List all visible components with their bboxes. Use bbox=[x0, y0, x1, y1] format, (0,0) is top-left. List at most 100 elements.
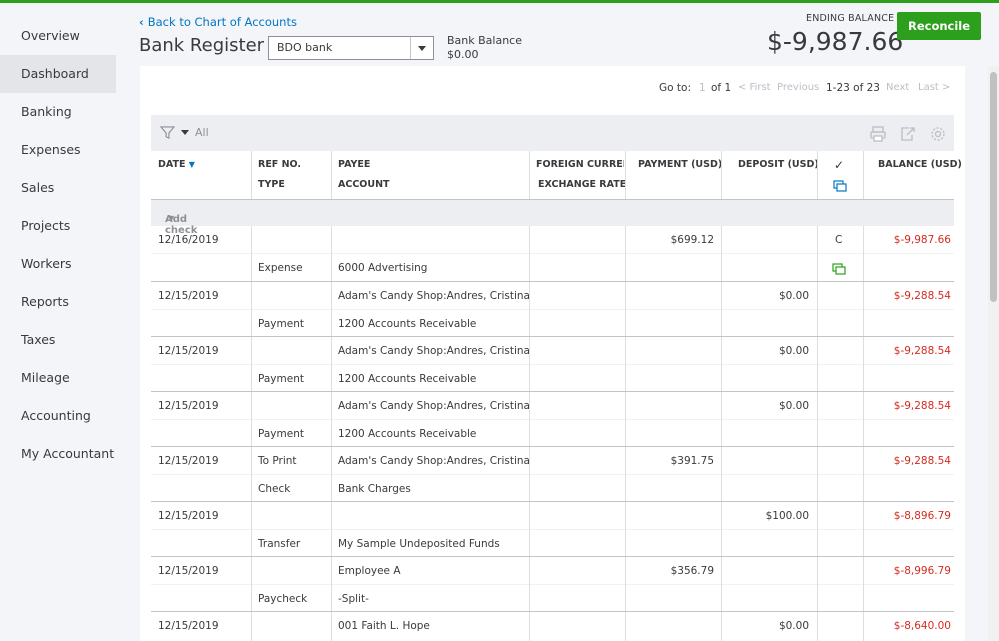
bank-balance-value: $0.00 bbox=[447, 48, 479, 61]
sidebar-item-mileage[interactable]: Mileage bbox=[0, 359, 116, 397]
row-deposit: $0.00 bbox=[778, 345, 809, 357]
row-account: My Sample Undeposited Funds bbox=[338, 538, 500, 550]
row-account: -Split- bbox=[338, 593, 369, 605]
pager-of-label: of 1 bbox=[711, 82, 732, 94]
ending-balance-label: ENDING BALANCE bbox=[806, 13, 895, 24]
attachment-copy-icon[interactable] bbox=[832, 263, 846, 275]
scrollbar-thumb[interactable] bbox=[990, 72, 997, 302]
column-date-header[interactable]: DATE ▼ bbox=[158, 159, 195, 170]
chevron-down-icon[interactable] bbox=[410, 37, 433, 59]
column-ref-header: REF NO. bbox=[258, 159, 302, 170]
table-header: DATE ▼ REF NO. TYPE PAYEE ACCOUNT FOREIG… bbox=[151, 151, 962, 200]
row-date: 12/15/2019 bbox=[158, 620, 219, 632]
sidebar-item-reports[interactable]: Reports bbox=[0, 283, 116, 321]
row-deposit: $0.00 bbox=[778, 400, 809, 412]
row-ref: To Print bbox=[258, 455, 297, 467]
pager-range: 1-23 of 23 bbox=[826, 82, 880, 94]
table-row[interactable]: 12/15/2019 001 Faith L. Hope $0.00 $-8,6… bbox=[151, 612, 954, 641]
export-icon[interactable] bbox=[899, 125, 917, 143]
row-account: 1200 Accounts Receivable bbox=[338, 373, 477, 385]
row-balance: $-9,288.54 bbox=[893, 345, 951, 357]
back-to-chart-of-accounts-link[interactable]: ‹ Back to Chart of Accounts bbox=[139, 15, 297, 29]
page-title: Bank Register bbox=[139, 35, 265, 56]
copy-icon bbox=[833, 180, 847, 192]
funnel-icon bbox=[160, 126, 175, 140]
row-date: 12/16/2019 bbox=[158, 234, 219, 246]
column-reconcile-status-header: ✓ bbox=[834, 158, 845, 172]
sidebar-item-dashboard[interactable]: Dashboard bbox=[0, 55, 116, 93]
row-deposit: $0.00 bbox=[778, 290, 809, 302]
account-select-value: BDO bank bbox=[277, 41, 333, 54]
row-date: 12/15/2019 bbox=[158, 345, 219, 357]
sidebar-item-overview[interactable]: Overview bbox=[0, 17, 116, 55]
row-date: 12/15/2019 bbox=[158, 290, 219, 302]
sidebar: Overview Dashboard Banking Expenses Sale… bbox=[0, 3, 116, 641]
row-account: Bank Charges bbox=[338, 483, 411, 495]
filter-dropdown[interactable]: All bbox=[160, 125, 209, 140]
column-date-label: DATE bbox=[158, 159, 186, 170]
pager-page-input[interactable]: 1 bbox=[699, 82, 706, 94]
table-row[interactable]: 12/15/2019 Adam's Candy Shop:Andres, Cri… bbox=[151, 282, 954, 337]
reconcile-button[interactable]: Reconcile bbox=[897, 12, 981, 40]
column-payment-header: PAYMENT (USD) bbox=[638, 159, 723, 170]
row-type: Expense bbox=[258, 262, 303, 274]
table-row[interactable]: 12/15/2019 Adam's Candy Shop:Andres, Cri… bbox=[151, 337, 954, 392]
register-panel: Go to: 1 of 1 < First Previous 1-23 of 2… bbox=[140, 66, 965, 641]
filter-label: All bbox=[195, 126, 209, 139]
table-row[interactable]: 12/15/2019 Employee A Paycheck -Split- $… bbox=[151, 557, 954, 612]
row-payment: $391.75 bbox=[670, 455, 714, 467]
chevron-left-icon: ‹ bbox=[139, 15, 144, 29]
row-payee: 001 Faith L. Hope bbox=[338, 620, 430, 632]
add-check-row[interactable]: Add check ▼ bbox=[151, 200, 954, 236]
pager-last-link[interactable]: Last > bbox=[918, 82, 950, 93]
row-type: Transfer bbox=[258, 538, 301, 550]
row-type: Check bbox=[258, 483, 291, 495]
bank-balance-label: Bank Balance bbox=[447, 34, 522, 47]
pager-previous-link[interactable]: Previous bbox=[777, 82, 819, 93]
pager-next-link[interactable]: Next bbox=[886, 82, 909, 93]
sidebar-item-sales[interactable]: Sales bbox=[0, 169, 116, 207]
table-row[interactable]: 12/16/2019 Expense 6000 Advertising $699… bbox=[151, 226, 954, 282]
row-balance: $-8,896.79 bbox=[893, 510, 951, 522]
ending-balance-value: $-9,987.66 bbox=[767, 27, 904, 56]
row-balance: $-9,987.66 bbox=[893, 234, 951, 246]
row-payment: $356.79 bbox=[670, 565, 714, 577]
row-deposit: $100.00 bbox=[765, 510, 809, 522]
sort-desc-icon: ▼ bbox=[188, 160, 195, 169]
chevron-down-icon: ▼ bbox=[168, 214, 175, 223]
row-date: 12/15/2019 bbox=[158, 510, 219, 522]
sidebar-item-my-accountant[interactable]: My Accountant bbox=[0, 435, 116, 473]
sidebar-item-projects[interactable]: Projects bbox=[0, 207, 116, 245]
table-row[interactable]: 12/15/2019 To Print Adam's Candy Shop:An… bbox=[151, 447, 954, 502]
column-payee-header: PAYEE bbox=[338, 159, 371, 170]
sidebar-item-taxes[interactable]: Taxes bbox=[0, 321, 116, 359]
pager-goto-label: Go to: bbox=[659, 82, 691, 94]
page-scrollbar[interactable] bbox=[988, 66, 999, 641]
column-deposit-header: DEPOSIT (USD) bbox=[738, 159, 819, 170]
sidebar-item-expenses[interactable]: Expenses bbox=[0, 131, 116, 169]
row-payee: Adam's Candy Shop:Andres, Cristina bbox=[338, 455, 530, 467]
print-icon[interactable] bbox=[869, 125, 887, 143]
row-balance: $-9,288.54 bbox=[893, 290, 951, 302]
row-status[interactable]: C bbox=[835, 234, 842, 246]
top-accent-bar bbox=[0, 0, 999, 3]
row-deposit: $0.00 bbox=[778, 620, 809, 632]
row-type: Payment bbox=[258, 428, 304, 440]
column-account-header: ACCOUNT bbox=[338, 179, 390, 190]
row-account: 6000 Advertising bbox=[338, 262, 428, 274]
row-date: 12/15/2019 bbox=[158, 565, 219, 577]
row-date: 12/15/2019 bbox=[158, 400, 219, 412]
row-balance: $-8,996.79 bbox=[893, 565, 951, 577]
column-type-header: TYPE bbox=[258, 179, 285, 190]
table-row[interactable]: 12/15/2019 Transfer My Sample Undeposite… bbox=[151, 502, 954, 557]
column-foreign-currency-header: FOREIGN CURRENCY bbox=[536, 159, 624, 170]
register-toolbar: All bbox=[151, 115, 954, 151]
row-payee: Adam's Candy Shop:Andres, Cristina bbox=[338, 290, 530, 302]
gear-icon[interactable] bbox=[929, 125, 947, 143]
sidebar-item-accounting[interactable]: Accounting bbox=[0, 397, 116, 435]
sidebar-item-workers[interactable]: Workers bbox=[0, 245, 116, 283]
pager-first-link[interactable]: < First bbox=[738, 82, 771, 93]
sidebar-item-banking[interactable]: Banking bbox=[0, 93, 116, 131]
table-row[interactable]: 12/15/2019 Adam's Candy Shop:Andres, Cri… bbox=[151, 392, 954, 447]
account-select[interactable]: BDO bank bbox=[268, 36, 434, 60]
